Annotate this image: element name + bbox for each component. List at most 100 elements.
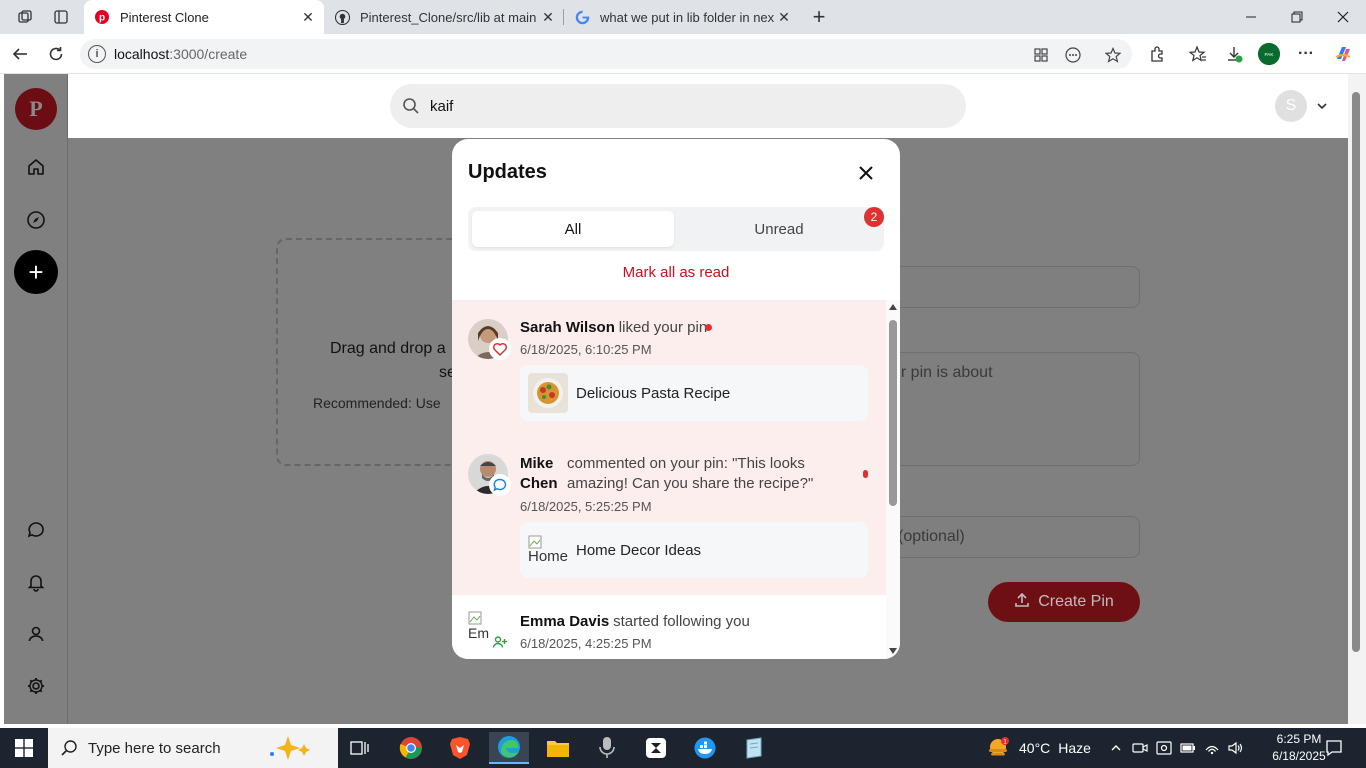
site-info-icon[interactable]: i <box>88 45 106 63</box>
notification-item[interactable]: Em Emma Davis started following you 6/18… <box>452 595 886 659</box>
notification-item[interactable]: Mike Chen commented on your pin: "This l… <box>452 438 886 595</box>
microphone-app-icon[interactable] <box>587 732 627 764</box>
pin-preview[interactable]: Delicious Pasta Recipe <box>520 365 868 421</box>
notepad-app-icon[interactable] <box>734 732 774 764</box>
copilot-icon[interactable] <box>1331 42 1355 66</box>
search-icon <box>60 739 78 757</box>
weather-temp: 40°C <box>1019 740 1051 756</box>
pinterest-favicon-icon: p <box>94 9 110 25</box>
svg-text:PAK: PAK <box>1265 52 1275 57</box>
close-window-icon[interactable] <box>1320 0 1366 34</box>
wifi-icon[interactable] <box>1202 738 1222 758</box>
notification-action: commented on your pin: "This looks amazi… <box>567 455 814 492</box>
refresh-icon[interactable] <box>44 42 68 66</box>
tab-label: what we put in lib folder in nextjs <box>600 9 774 25</box>
tab-unread[interactable]: Unread <box>678 211 880 247</box>
page-scrollbar[interactable] <box>1348 74 1366 724</box>
settings-gear-icon[interactable] <box>24 674 48 698</box>
windows-taskbar: Type here to search 1 40°C Haze 6:25 PM … <box>0 728 1366 768</box>
create-pin-button[interactable]: Create Pin <box>988 582 1140 622</box>
taskbar-search-input[interactable]: Type here to search <box>48 728 338 768</box>
user-avatar[interactable]: S <box>1275 90 1307 122</box>
sidebar: P + <box>4 74 68 724</box>
downloads-icon[interactable] <box>1222 42 1246 66</box>
pin-title: Home Decor Ideas <box>576 541 702 559</box>
chevron-down-icon[interactable] <box>1314 98 1330 114</box>
tab-close-icon[interactable]: ✕ <box>298 7 318 27</box>
notification-action: liked your pin <box>618 319 708 336</box>
home-icon[interactable] <box>24 155 48 179</box>
search-icon <box>402 97 420 115</box>
file-explorer-icon[interactable] <box>538 732 578 764</box>
url-bar[interactable]: i localhost:3000/create <box>80 39 1132 69</box>
profile-icon[interactable] <box>24 622 48 646</box>
updates-modal: Updates All Unread 2 Mark all as read Sa… <box>452 139 900 659</box>
tab-pinterest-clone[interactable]: p Pinterest Clone ✕ <box>84 0 324 34</box>
scroll-down-arrow-icon[interactable] <box>889 648 897 654</box>
comment-icon <box>489 474 511 496</box>
tab-google[interactable]: what we put in lib folder in nextjs ✕ <box>564 0 800 34</box>
restore-icon[interactable] <box>1274 0 1320 34</box>
clock-time: 6:25 PM <box>1276 732 1322 746</box>
modal-scrollbar-thumb[interactable] <box>889 320 897 506</box>
volume-icon[interactable] <box>1226 738 1246 758</box>
taskbar-clock[interactable]: 6:25 PM 6/18/2025 <box>1268 731 1330 765</box>
modal-scrollbar[interactable] <box>886 300 900 659</box>
explore-compass-icon[interactable] <box>24 208 48 232</box>
tab-actions-icon[interactable] <box>50 6 72 28</box>
tab-all[interactable]: All <box>472 211 674 247</box>
modal-title: Updates <box>468 161 547 183</box>
create-pin-label: Create Pin <box>1038 593 1114 610</box>
task-view-icon[interactable] <box>340 732 380 764</box>
svg-text:P: P <box>29 96 42 121</box>
workspaces-icon[interactable] <box>14 6 36 28</box>
notification-item[interactable]: Sarah Wilson liked your pin 6/18/2025, 6… <box>452 301 886 438</box>
weather-widget[interactable]: 1 40°C Haze <box>985 728 1091 768</box>
more-options-icon[interactable] <box>1064 46 1082 64</box>
search-input[interactable]: kaif <box>390 84 966 128</box>
notification-time: 6/18/2025, 4:25:25 PM <box>520 636 652 651</box>
extensions-icon[interactable] <box>1145 42 1169 66</box>
battery-icon[interactable] <box>1178 738 1198 758</box>
pinterest-logo-icon[interactable]: P <box>15 88 57 130</box>
favorite-star-icon[interactable] <box>1104 46 1122 64</box>
brave-icon[interactable] <box>440 732 480 764</box>
edge-icon[interactable] <box>489 732 529 764</box>
tab-github[interactable]: Pinterest_Clone/src/lib at main · M ✕ <box>324 0 564 34</box>
pin-thumbnail-alt: Home <box>528 548 568 565</box>
settings-more-icon[interactable]: ··· <box>1294 42 1318 66</box>
pin-title: Delicious Pasta Recipe <box>576 384 731 402</box>
minimize-icon[interactable] <box>1228 0 1274 34</box>
windows-start-icon[interactable] <box>0 728 48 768</box>
title-input[interactable] <box>868 266 1140 308</box>
create-plus-icon[interactable]: + <box>14 250 58 294</box>
new-tab-icon[interactable]: + <box>808 4 830 29</box>
action-center-icon[interactable] <box>1322 736 1346 760</box>
avatar-alt: Em <box>468 625 489 641</box>
scroll-up-arrow-icon[interactable] <box>889 304 897 310</box>
url-path: :3000/create <box>169 46 248 62</box>
github-desktop-icon[interactable] <box>636 732 676 764</box>
chevron-up-icon[interactable] <box>1106 738 1126 758</box>
notifications-bell-icon[interactable] <box>24 570 48 594</box>
screen-capture-icon[interactable] <box>1154 738 1174 758</box>
mark-all-read-link[interactable]: Mark all as read <box>452 264 900 281</box>
meet-now-icon[interactable] <box>1130 738 1150 758</box>
tab-close-icon[interactable]: ✕ <box>538 7 558 27</box>
page-scrollbar-thumb[interactable] <box>1352 92 1360 652</box>
pin-preview[interactable]: Home Home Decor Ideas <box>520 522 868 578</box>
back-icon[interactable] <box>8 42 32 66</box>
search-value: kaif <box>430 97 454 115</box>
chrome-icon[interactable] <box>391 732 431 764</box>
notification-user-name: Emma Davis <box>520 613 610 630</box>
profile-avatar-icon[interactable]: PAK <box>1257 42 1281 66</box>
tab-close-icon[interactable]: ✕ <box>774 7 794 27</box>
browser-tab-bar: p Pinterest Clone ✕ Pinterest_Clone/src/… <box>0 0 1366 34</box>
notification-action: started following you <box>613 613 750 630</box>
messages-icon[interactable] <box>24 518 48 542</box>
docker-icon[interactable] <box>685 732 725 764</box>
apps-icon[interactable] <box>1032 46 1050 64</box>
favorites-icon[interactable] <box>1186 42 1210 66</box>
svg-text:p: p <box>99 13 105 24</box>
close-icon[interactable] <box>854 161 878 185</box>
